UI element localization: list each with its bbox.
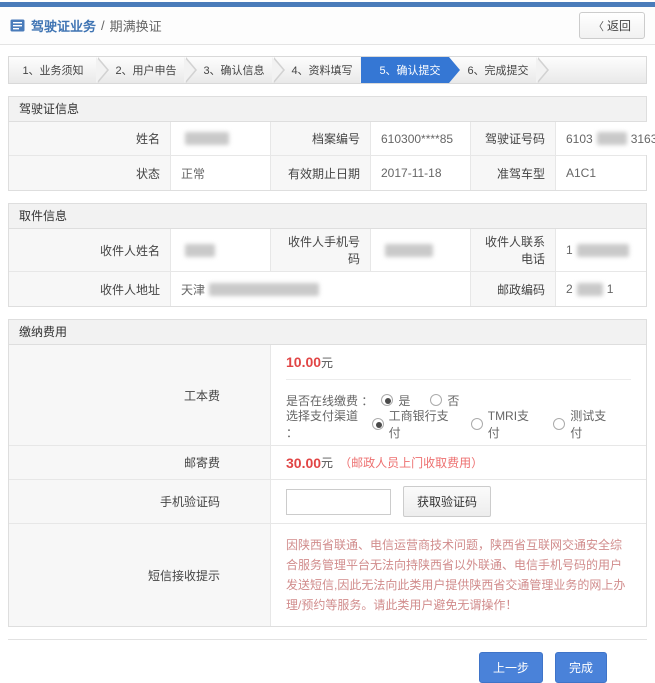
redacted-recipient-name (185, 244, 215, 257)
vehicle-type-label: 准驾车型 (471, 156, 556, 190)
captcha-input[interactable] (286, 489, 391, 515)
vehicle-type-value: A1C1 (556, 156, 646, 190)
production-fee-amount: 10.00元 (286, 345, 631, 380)
previous-step-button[interactable]: 上一步 (479, 652, 543, 683)
footer-actions: 上一步 完成 (8, 639, 647, 683)
radio-channel-icbc[interactable]: 工商银行支付 (372, 407, 451, 441)
production-fee-label: 工本费 (9, 345, 271, 445)
expiry-value: 2017-11-18 (371, 156, 471, 190)
redacted-license-no (597, 132, 627, 145)
radio-button-icon[interactable] (372, 418, 384, 430)
table-row: 状态 正常 有效期止日期 2017-11-18 准驾车型 A1C1 (9, 156, 646, 190)
step-2-user-declaration[interactable]: 2、用户申告 (97, 57, 185, 83)
radio-channel-test[interactable]: 测试支付 (553, 407, 611, 441)
chevron-left-icon: 〈 (593, 21, 604, 33)
name-value (171, 122, 271, 155)
get-captcha-button[interactable]: 获取验证码 (403, 486, 491, 517)
radio-online-yes[interactable]: 是 (381, 392, 410, 409)
step-6-complete-submit[interactable]: 6、完成提交 (449, 57, 537, 83)
step-3-confirm-info[interactable]: 3、确认信息 (185, 57, 273, 83)
expiry-label: 有效期止日期 (271, 156, 371, 190)
payment-section-title: 缴纳费用 (9, 320, 646, 345)
radio-channel-tmri[interactable]: TMRI支付 (471, 407, 534, 441)
radio-button-icon[interactable] (381, 394, 393, 406)
license-section-title: 驾驶证信息 (9, 97, 646, 122)
name-label: 姓名 (9, 122, 171, 155)
postage-note: （邮政人员上门收取费用） (339, 454, 483, 471)
radio-button-icon[interactable] (553, 418, 565, 430)
sms-notice-text: 因陕西省联通、电信运营商技术问题，陕西省互联网交通安全综合服务管理平台无法向持陕… (286, 528, 631, 622)
recipient-name-label: 收件人姓名 (9, 229, 171, 271)
postage-fee-row: 邮寄费 30.00元 （邮政人员上门收取费用） (9, 446, 646, 480)
recipient-phone-value: 1 (556, 229, 646, 271)
step-5-confirm-submit[interactable]: 5、确认提交 (361, 57, 449, 83)
page-header: 驾驶证业务 / 期满换证 〈返回 (0, 7, 655, 45)
step-4-fill-materials[interactable]: 4、资料填写 (273, 57, 361, 83)
zip-value: 21 (556, 272, 646, 306)
radio-button-icon[interactable] (471, 418, 483, 430)
pickup-info-section: 取件信息 收件人姓名 收件人手机号码 收件人联系电话 1 收件人地址 天津 邮政… (8, 203, 647, 307)
recipient-mobile-value (371, 229, 471, 271)
finish-button[interactable]: 完成 (555, 652, 607, 683)
table-row: 收件人地址 天津 邮政编码 21 (9, 272, 646, 306)
step-1-business-notice[interactable]: 1、业务须知 (9, 57, 97, 83)
back-button-label: 返回 (607, 19, 631, 33)
captcha-row: 手机验证码 获取验证码 (9, 480, 646, 524)
step-wizard: 1、业务须知 2、用户申告 3、确认信息 4、资料填写 5、确认提交 6、完成提… (8, 56, 647, 84)
license-info-section: 驾驶证信息 姓名 档案编号 610300****85 驾驶证号码 6103316… (8, 96, 647, 191)
recipient-phone-label: 收件人联系电话 (471, 229, 556, 271)
redacted-address (209, 283, 319, 296)
document-icon (10, 19, 25, 32)
online-pay-question: 是否在线缴费 ： (286, 392, 373, 409)
redacted-mobile (385, 244, 433, 257)
status-value: 正常 (171, 156, 271, 190)
license-no-label: 驾驶证号码 (471, 122, 556, 155)
production-fee-row: 工本费 10.00元 是否在线缴费 ： 是 否 选择支付渠道 ： (9, 345, 646, 446)
zip-label: 邮政编码 (471, 272, 556, 306)
redacted-phone (577, 244, 629, 257)
recipient-name-value (171, 229, 271, 271)
sms-notice-label: 短信接收提示 (9, 524, 271, 626)
radio-online-no[interactable]: 否 (430, 392, 459, 409)
captcha-label: 手机验证码 (9, 480, 271, 523)
address-value: 天津 (171, 272, 471, 306)
page-subtitle: 期满换证 (110, 16, 162, 35)
table-row: 姓名 档案编号 610300****85 驾驶证号码 61033163X (9, 122, 646, 156)
table-row: 收件人姓名 收件人手机号码 收件人联系电话 1 (9, 229, 646, 272)
payment-section: 缴纳费用 工本费 10.00元 是否在线缴费 ： 是 否 选择支付渠道 ： (8, 319, 647, 627)
back-button[interactable]: 〈返回 (579, 12, 645, 39)
pay-channel-question: 选择支付渠道 ： (286, 407, 364, 441)
radio-button-icon[interactable] (430, 394, 442, 406)
redacted-name (185, 132, 229, 145)
postage-fee-label: 邮寄费 (9, 446, 271, 479)
address-label: 收件人地址 (9, 272, 171, 306)
postage-fee-value: 30.00元 （邮政人员上门收取费用） (271, 446, 646, 479)
pickup-section-title: 取件信息 (9, 204, 646, 229)
recipient-mobile-label: 收件人手机号码 (271, 229, 371, 271)
page-title: 驾驶证业务 (31, 16, 96, 35)
file-no-label: 档案编号 (271, 122, 371, 155)
license-no-value: 61033163X (556, 122, 655, 155)
redacted-zip (577, 283, 603, 296)
breadcrumb-separator: / (101, 18, 105, 33)
file-no-value: 610300****85 (371, 122, 471, 155)
status-label: 状态 (9, 156, 171, 190)
sms-notice-row: 短信接收提示 因陕西省联通、电信运营商技术问题，陕西省互联网交通安全综合服务管理… (9, 524, 646, 626)
